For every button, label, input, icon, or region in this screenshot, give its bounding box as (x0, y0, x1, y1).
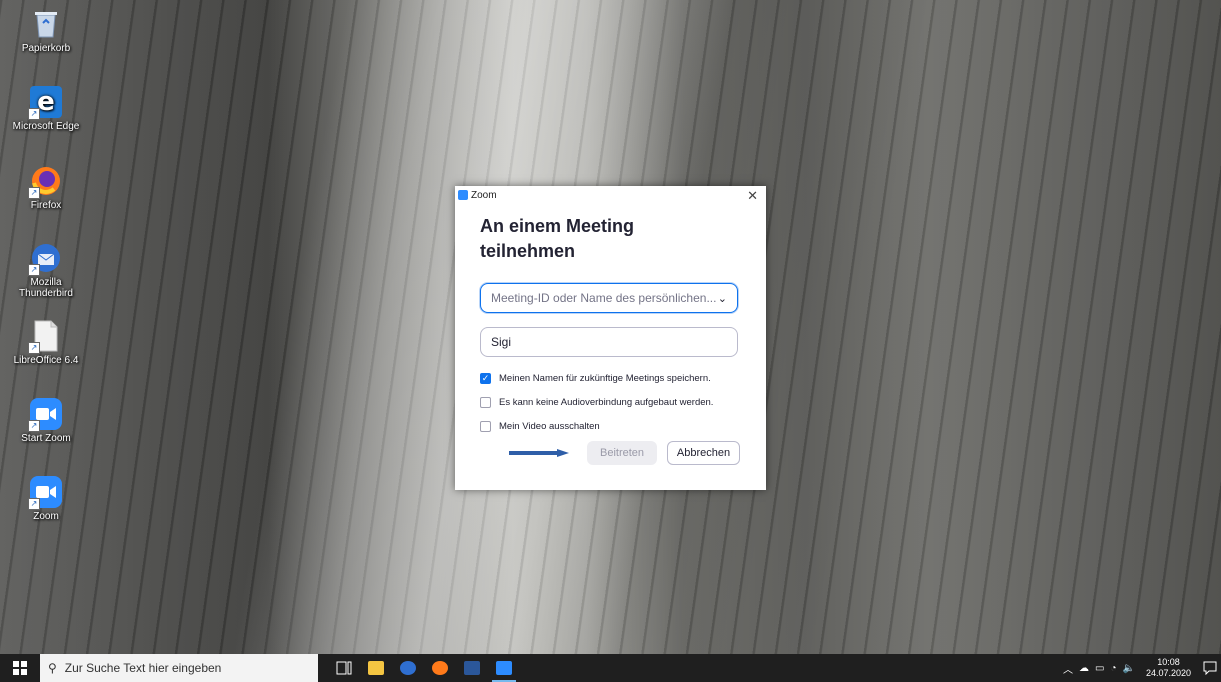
desktop-icon-zoom[interactable]: ↗ Zoom (7, 476, 85, 522)
firefox-icon[interactable] (424, 654, 456, 682)
desktop-icon-label: Start Zoom (21, 433, 71, 444)
zoom-icon (458, 190, 468, 200)
checkbox[interactable] (480, 421, 491, 432)
name-value: Sigi (491, 335, 512, 349)
zoom-icon[interactable] (488, 654, 520, 682)
checkbox[interactable] (480, 397, 491, 408)
desktop-icon-label: LibreOffice 6.4 (13, 355, 79, 366)
desktop-icon-start-zoom[interactable]: ↗ Start Zoom (7, 398, 85, 444)
task-view-icon[interactable] (328, 654, 360, 682)
desktop-icon-label: Microsoft Edge (12, 121, 80, 132)
meeting-id-input[interactable]: Meeting-ID oder Name des persönlichen...… (480, 283, 738, 313)
chevron-up-icon[interactable]: ︿ (1063, 661, 1073, 676)
name-input[interactable]: Sigi (480, 327, 738, 357)
desktop-icon-label: Zoom (33, 511, 59, 522)
option-label: Es kann keine Audioverbindung aufgebaut … (499, 397, 714, 408)
clock-date: 24.07.2020 (1145, 668, 1191, 678)
checkbox-checked[interactable]: ✓ (480, 373, 491, 384)
taskbar-apps (328, 654, 520, 682)
option-video-off[interactable]: Mein Video ausschalten (480, 421, 600, 432)
pointer-arrow-icon (509, 449, 569, 457)
word-icon[interactable] (456, 654, 488, 682)
thunderbird-icon: ↗ (28, 242, 62, 276)
onedrive-icon[interactable]: ☁ (1079, 663, 1089, 674)
notification-icon[interactable] (1199, 661, 1221, 675)
option-label: Meinen Namen für zukünftige Meetings spe… (499, 373, 711, 384)
libreoffice-icon: ↗ (28, 320, 62, 354)
desktop-icon-label: Papierkorb (21, 43, 71, 54)
clock-time: 10:08 (1157, 657, 1180, 667)
search-placeholder: Zur Suche Text hier eingeben (64, 661, 222, 675)
option-label: Mein Video ausschalten (499, 421, 600, 432)
chevron-down-icon[interactable]: ⌄ (718, 292, 727, 305)
battery-icon[interactable]: ▭ (1095, 663, 1104, 674)
edge-icon: e ↗ (28, 86, 62, 120)
close-icon[interactable]: ✕ (747, 188, 758, 204)
desktop-icon-edge[interactable]: e ↗ Microsoft Edge (7, 86, 85, 132)
desktop-icon-firefox[interactable]: ↗ Firefox (7, 165, 85, 211)
taskbar-search-input[interactable]: ⚲ Zur Suche Text hier eingeben (40, 654, 318, 682)
system-tray: ︿ ☁ ▭ ◔ 🔈 10:08 24.07.2020 (1060, 654, 1221, 682)
desktop-icon-label: Mozilla Thunderbird (19, 277, 73, 299)
join-button[interactable]: Beitreten (587, 441, 657, 465)
windows-icon (13, 661, 27, 675)
zoom-icon: ↗ (28, 398, 62, 432)
file-explorer-icon[interactable] (360, 654, 392, 682)
desktop-background: Papierkorb e ↗ Microsoft Edge ↗ Firefox … (0, 0, 1221, 654)
meeting-id-placeholder: Meeting-ID oder Name des persönlichen... (491, 291, 717, 305)
firefox-icon: ↗ (28, 165, 62, 199)
cancel-button[interactable]: Abbrechen (667, 441, 740, 465)
volume-icon[interactable]: 🔈 (1123, 663, 1135, 674)
zoom-icon: ↗ (28, 476, 62, 510)
thunderbird-icon[interactable] (392, 654, 424, 682)
desktop-icon-libreoffice[interactable]: ↗ LibreOffice 6.4 (7, 320, 85, 366)
dialog-heading: An einem Meeting teilnehmen (480, 216, 635, 261)
option-no-audio[interactable]: Es kann keine Audioverbindung aufgebaut … (480, 397, 713, 408)
dialog-title: Zoom (471, 190, 497, 201)
clock[interactable]: 10:08 24.07.2020 (1146, 657, 1191, 679)
desktop-icon-thunderbird[interactable]: ↗ Mozilla Thunderbird (7, 242, 85, 299)
desktop-icon-label: Firefox (30, 200, 62, 211)
desktop-icon-recycle-bin[interactable]: Papierkorb (7, 8, 85, 54)
zoom-join-dialog: Zoom ✕ An einem Meeting teilnehmen Meeti… (455, 186, 766, 490)
start-button[interactable] (0, 654, 40, 682)
wifi-icon[interactable]: ◔ (1110, 663, 1116, 674)
taskbar: ⚲ Zur Suche Text hier eingeben ︿ ☁ ▭ ◔ 🔈… (0, 654, 1221, 682)
recycle-bin-icon (30, 8, 62, 40)
option-remember-name[interactable]: ✓ Meinen Namen für zukünftige Meetings s… (480, 373, 711, 384)
search-icon: ⚲ (48, 661, 57, 675)
dialog-titlebar: Zoom ✕ (455, 186, 766, 206)
